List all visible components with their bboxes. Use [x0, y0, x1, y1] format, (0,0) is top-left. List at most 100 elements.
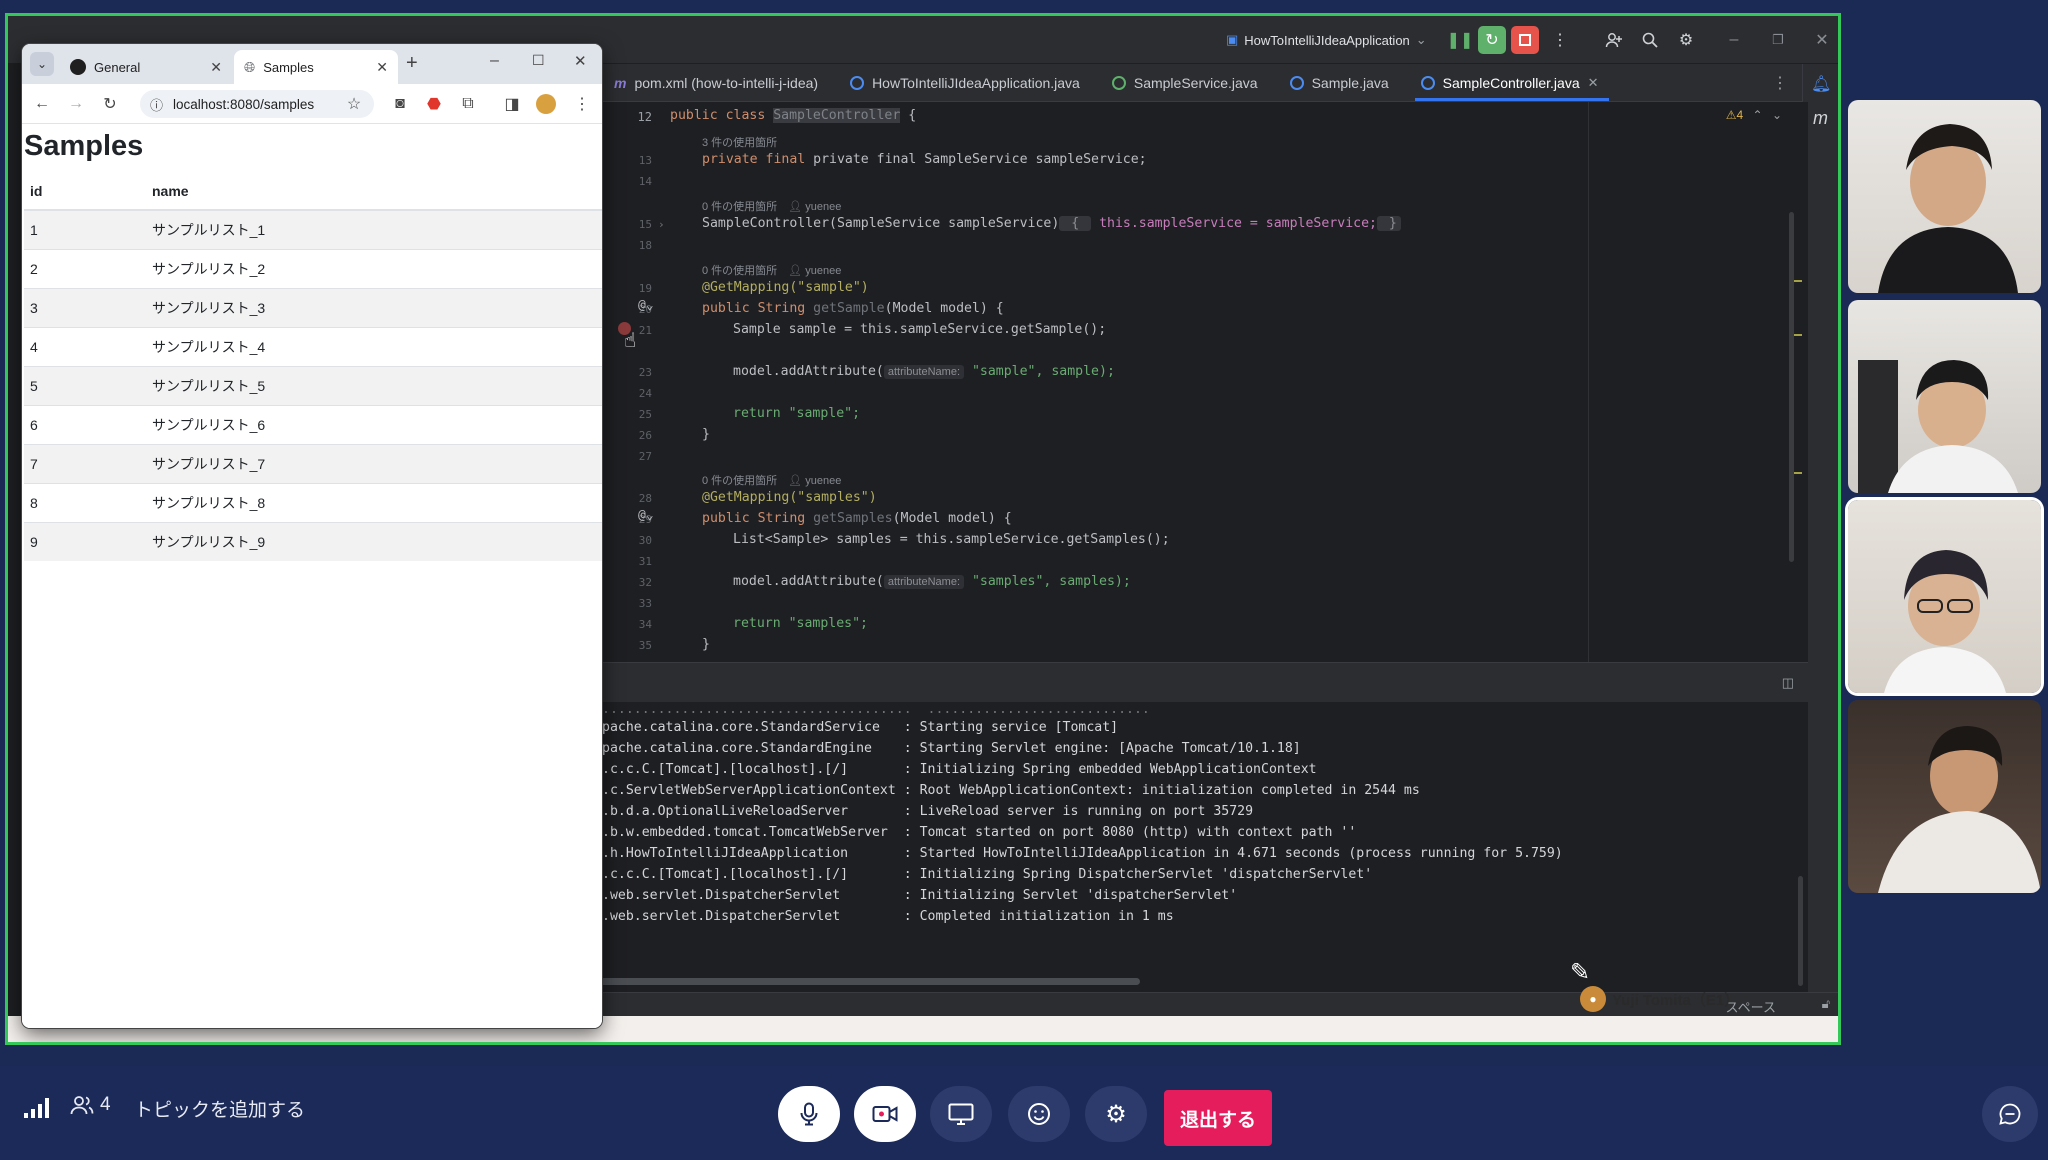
- signal-strength-icon[interactable]: [24, 1098, 49, 1118]
- samples-table: id name 1 サンプルリスト_1 2 サンプルリスト_2 3 サンプルリスト_3…: [24, 172, 602, 561]
- usages-hint[interactable]: 0 件の使用箇所 👤︎ yuenee: [702, 198, 841, 214]
- run-config-selector[interactable]: ▣ HowToIntelliJIdeaApplication ⌄: [1226, 26, 1427, 54]
- close-tab-icon[interactable]: ✕: [376, 59, 388, 76]
- warning-icon: ⚠: [1725, 108, 1737, 122]
- tab-sample-java[interactable]: Sample.java: [1276, 64, 1407, 101]
- camera-extension-icon[interactable]: ◙: [386, 90, 414, 118]
- chat-button[interactable]: [1982, 1086, 2038, 1142]
- minimize-icon[interactable]: –: [490, 52, 499, 70]
- gear-icon: ⚙: [1105, 1100, 1127, 1128]
- shared-screen: ▣ HowToIntelliJIdeaApplication ⌄ ❚❚ ↻ ⋮ …: [5, 13, 1841, 1045]
- browser-tab-general[interactable]: General ✕: [60, 50, 232, 84]
- search-icon[interactable]: [1636, 26, 1664, 54]
- editor-scrollbar[interactable]: [1789, 212, 1794, 562]
- usages-hint[interactable]: 3 件の使用箇所: [702, 134, 777, 150]
- stop-button[interactable]: [1511, 26, 1539, 54]
- participant-video-3-active-speaker[interactable]: [1848, 500, 2041, 693]
- pause-icon[interactable]: ❚❚: [1446, 26, 1474, 54]
- browser-tab-samples[interactable]: 🌐︎ Samples ✕: [234, 50, 398, 84]
- class-icon: [1289, 75, 1304, 90]
- editor-tab-bar: m pom.xml (how-to-intelli-j-idea) HowToI…: [600, 64, 1838, 102]
- cell-name: サンプルリスト_1: [146, 209, 602, 249]
- microphone-button[interactable]: [778, 1086, 840, 1142]
- reaction-button[interactable]: [1008, 1086, 1070, 1142]
- more-vertical-icon[interactable]: ⋮: [1546, 26, 1574, 54]
- code-line: return "samples";: [733, 616, 868, 631]
- line-number: 25: [638, 408, 652, 421]
- profile-avatar[interactable]: [532, 90, 560, 118]
- console-line: pache.catalina.core.StandardService : St…: [602, 720, 1118, 735]
- layout-icon[interactable]: ◫: [1782, 675, 1794, 691]
- site-info-icon[interactable]: ⓘ: [150, 95, 163, 114]
- line-number: 27: [638, 450, 652, 463]
- endpoint-gutter-icon[interactable]: @⌄: [638, 508, 654, 523]
- add-user-icon[interactable]: [1600, 26, 1628, 54]
- console-line: .web.servlet.DispatcherServlet : Complet…: [602, 909, 1174, 924]
- tab-sample-controller-java[interactable]: SampleController.java ✕: [1407, 64, 1617, 101]
- log-source: .web.servlet.DispatcherServlet: [602, 909, 896, 924]
- cell-name: サンプルリスト_2: [146, 248, 602, 288]
- minimize-icon[interactable]: –: [1720, 26, 1748, 54]
- maximize-icon[interactable]: ☐: [532, 52, 545, 69]
- cell-name: サンプルリスト_7: [146, 443, 602, 483]
- camera-button[interactable]: [854, 1086, 916, 1142]
- add-topic-button[interactable]: トピックを追加する: [134, 1095, 305, 1122]
- browser-menu-icon[interactable]: ⋮: [568, 90, 596, 118]
- browser-window: ⌄ General ✕ 🌐︎ Samples ✕ + – ☐ ✕ ← → ↻ ⓘ…: [22, 44, 602, 1028]
- gear-icon[interactable]: ⚙: [1672, 26, 1700, 54]
- close-tab-icon[interactable]: ✕: [210, 59, 222, 76]
- usages-hint[interactable]: 0 件の使用箇所 👤︎ yuenee: [702, 472, 841, 488]
- tab-application-java[interactable]: HowToIntelliJIdeaApplication.java: [836, 64, 1098, 101]
- red-extension-icon[interactable]: ⬣: [420, 90, 448, 118]
- chevron-down-icon[interactable]: ⌄: [1772, 108, 1782, 122]
- participant-video-2[interactable]: [1848, 300, 2041, 493]
- table-row: 5 サンプルリスト_5: [24, 365, 602, 405]
- leave-button[interactable]: 退出する: [1164, 1090, 1272, 1146]
- run-console[interactable]: ....................................... …: [600, 702, 1808, 992]
- console-line-cut: ....................................... …: [602, 702, 1150, 717]
- settings-button[interactable]: ⚙: [1085, 1086, 1147, 1142]
- line-number: 33: [638, 597, 652, 610]
- reload-icon[interactable]: ↻: [96, 90, 124, 118]
- participant-video-1[interactable]: [1848, 100, 2041, 293]
- chevron-up-icon[interactable]: ⌃: [1753, 108, 1763, 122]
- rerun-icon[interactable]: ↻: [1478, 26, 1506, 54]
- endpoint-gutter-icon[interactable]: @⌄: [638, 298, 654, 313]
- tab-pom-xml[interactable]: m pom.xml (how-to-intelli-j-idea): [600, 64, 836, 101]
- new-tab-icon[interactable]: +: [406, 52, 418, 75]
- close-icon[interactable]: ✕: [574, 52, 587, 70]
- tab-label: SampleService.java: [1133, 74, 1258, 91]
- participants-button[interactable]: 4: [70, 1094, 111, 1116]
- participant-video-4[interactable]: [1848, 700, 2041, 893]
- close-icon[interactable]: ✕: [1808, 26, 1836, 54]
- tab-search-icon[interactable]: ⌄: [30, 52, 54, 76]
- restore-icon[interactable]: ❐: [1764, 26, 1792, 54]
- warning-count: 4: [1736, 108, 1744, 122]
- code-editor[interactable]: ⚠4 ⌃ ⌄ 12 13 14 15 18 19 20 21 23 24 25 …: [600, 102, 1808, 662]
- address-bar[interactable]: ⓘ localhost:8080/samples: [140, 90, 374, 118]
- warnings-indicator[interactable]: ⚠4 ⌃ ⌄: [1726, 108, 1782, 122]
- maven-icon[interactable]: m: [1813, 108, 1828, 129]
- log-message: : Started HowToIntelliJIdeaApplication i…: [903, 846, 1563, 861]
- lock-icon[interactable]: 🔓︎: [1822, 996, 1830, 1012]
- web-page: Samples id name 1 サンプルリスト_1 2 サンプルリスト_2 3サ…: [22, 124, 602, 1028]
- back-icon[interactable]: ←: [28, 90, 56, 118]
- forward-icon[interactable]: →: [62, 90, 90, 118]
- notifications-icon[interactable]: 🔔︎: [1811, 74, 1831, 94]
- side-panel-icon[interactable]: ◨: [498, 90, 526, 118]
- screen-share-button[interactable]: [930, 1086, 992, 1142]
- usages-hint[interactable]: 0 件の使用箇所 👤︎ yuenee: [702, 262, 841, 278]
- table-row: 2 サンプルリスト_2: [24, 248, 602, 288]
- close-tab-icon[interactable]: ✕: [1588, 75, 1599, 91]
- console-scrollbar[interactable]: [1798, 876, 1803, 986]
- line-number: 23: [638, 366, 652, 379]
- console-horizontal-scrollbar[interactable]: [600, 978, 1140, 985]
- fold-chevron-icon[interactable]: ›: [658, 218, 665, 231]
- tab-label: pom.xml (how-to-intelli-j-idea): [634, 74, 819, 91]
- log-message: : Initializing Spring DispatcherServlet …: [903, 867, 1373, 882]
- console-line: .c.c.C.[Tomcat].[localhost].[/] : Initia…: [602, 867, 1372, 882]
- cell-id: 4: [24, 326, 146, 366]
- extensions-puzzle-icon[interactable]: ⧉: [454, 90, 482, 118]
- bookmark-star-icon[interactable]: ☆: [340, 90, 368, 118]
- tab-sample-service-java[interactable]: SampleService.java: [1098, 64, 1276, 101]
